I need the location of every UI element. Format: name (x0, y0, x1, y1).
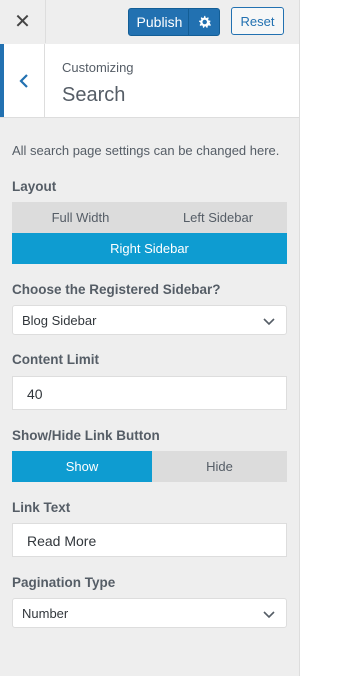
pagination-type-select[interactable]: Number (12, 598, 287, 628)
reset-button[interactable]: Reset (231, 7, 284, 35)
link-button-toggle: Show Hide (12, 451, 287, 482)
registered-sidebar-label: Choose the Registered Sidebar? (12, 282, 221, 297)
registered-sidebar-select[interactable]: Blog Sidebar (12, 305, 287, 335)
chevron-down-icon (263, 318, 275, 326)
back-button[interactable] (0, 44, 45, 117)
preview-area (300, 0, 350, 676)
link-text-label: Link Text (12, 500, 71, 515)
content-limit-label: Content Limit (12, 352, 99, 367)
customizer-panel: ✕ Publish Reset Customizing Search All s… (0, 0, 300, 676)
close-button[interactable]: ✕ (0, 0, 46, 43)
layout-option-right-sidebar[interactable]: Right Sidebar (12, 233, 287, 264)
chevron-left-icon (19, 73, 28, 88)
section-title: Search (62, 84, 126, 106)
layout-segmented-control: Full Width Left Sidebar Right Sidebar (12, 202, 287, 264)
registered-sidebar-value: Blog Sidebar (22, 313, 97, 328)
publish-settings-button[interactable] (188, 9, 219, 35)
section-header: Customizing Search (0, 44, 299, 118)
close-icon: ✕ (14, 11, 31, 33)
link-button-label: Show/Hide Link Button (12, 428, 160, 443)
link-button-hide[interactable]: Hide (152, 451, 287, 482)
link-text-input[interactable]: Read More (12, 523, 287, 557)
customizer-header: ✕ Publish Reset (0, 0, 299, 45)
gear-icon (198, 15, 211, 28)
pagination-type-label: Pagination Type (12, 575, 116, 590)
link-text-value: Read More (27, 533, 97, 549)
layout-option-left-sidebar[interactable]: Left Sidebar (149, 202, 287, 233)
content-limit-input[interactable]: 40 (12, 376, 287, 410)
publish-button-group: Publish (128, 8, 220, 36)
publish-button[interactable]: Publish (129, 9, 188, 35)
customizing-label: Customizing (62, 60, 134, 75)
layout-option-full-width[interactable]: Full Width (12, 202, 149, 233)
link-button-show[interactable]: Show (12, 451, 152, 482)
section-description: All search page settings can be changed … (12, 143, 280, 158)
pagination-type-value: Number (22, 606, 69, 621)
chevron-down-icon (263, 611, 275, 619)
layout-label: Layout (12, 179, 57, 194)
content-limit-value: 40 (27, 386, 43, 402)
